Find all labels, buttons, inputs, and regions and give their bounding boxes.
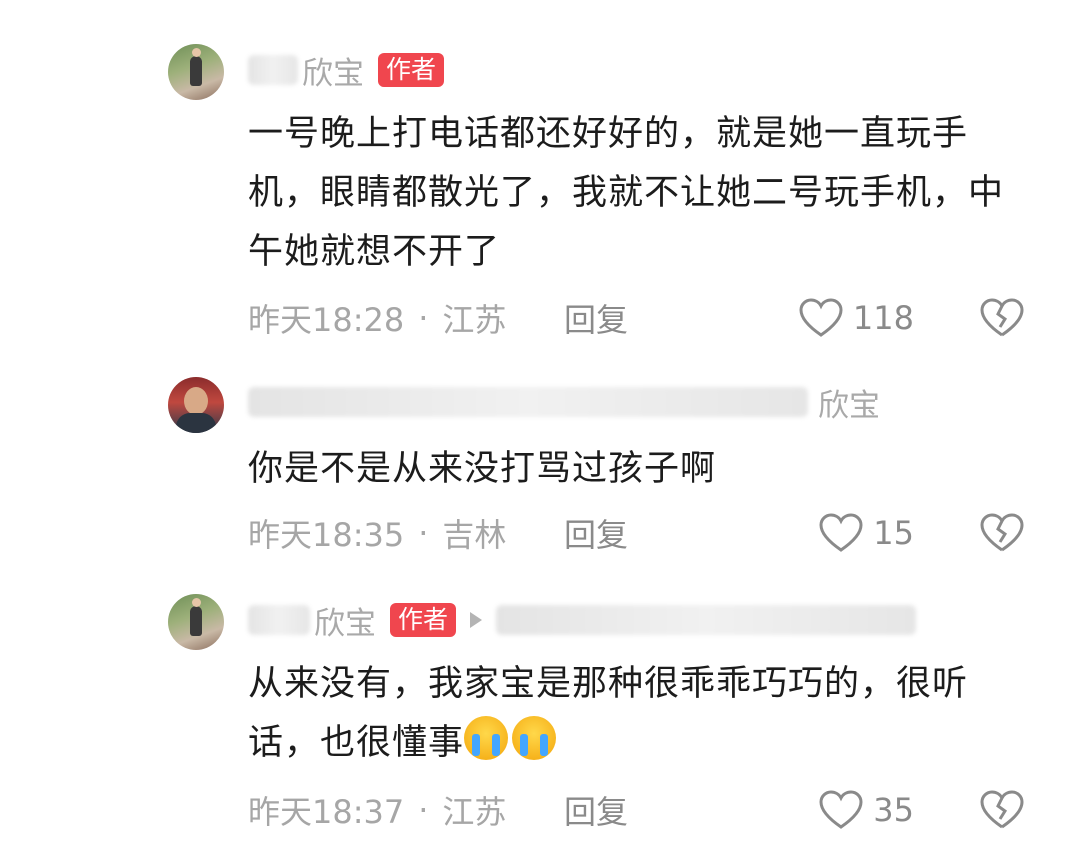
comment-meta: 昨天18:28 · 江苏 回复 118 xyxy=(248,296,1038,340)
comment-meta: 昨天18:35 · 吉林 回复 15 xyxy=(248,511,1038,555)
broken-heart-icon xyxy=(980,513,1024,553)
username[interactable]: 欣宝 xyxy=(302,48,364,93)
comment-text-content: 从来没有，我家宝是那种很乖乖巧巧的，很听话，也很懂事 xyxy=(248,664,969,763)
avatar[interactable] xyxy=(168,594,224,650)
reply-button[interactable]: 回复 xyxy=(564,787,628,833)
author-badge: 作者 xyxy=(378,53,445,87)
like-button[interactable]: 35 xyxy=(819,790,914,830)
loudly-crying-face-icon xyxy=(464,716,509,760)
comment-meta: 昨天18:37 · 江苏 回复 35 xyxy=(248,788,1038,832)
comment-header: 欣宝 作者 xyxy=(248,48,445,93)
loudly-crying-face-icon xyxy=(512,716,557,760)
avatar[interactable] xyxy=(168,44,224,100)
username[interactable]: 欣宝 xyxy=(818,380,880,425)
avatar[interactable] xyxy=(168,377,224,433)
reply-button[interactable]: 回复 xyxy=(564,510,628,556)
heart-icon xyxy=(819,790,863,830)
like-count: 118 xyxy=(852,299,914,337)
author-badge: 作者 xyxy=(390,603,457,637)
like-button[interactable]: 15 xyxy=(819,513,914,553)
heart-icon xyxy=(819,513,863,553)
comment-text: 从来没有，我家宝是那种很乖乖巧巧的，很听话，也很懂事 xyxy=(248,655,1038,773)
broken-heart-icon xyxy=(980,298,1024,338)
reply-button[interactable]: 回复 xyxy=(564,295,628,341)
blurred-name-region xyxy=(496,605,917,635)
broken-heart-icon xyxy=(980,790,1024,830)
meta-separator: · xyxy=(418,514,429,552)
comment-time: 昨天18:28 xyxy=(248,301,405,339)
blurred-name-region xyxy=(248,605,310,635)
comment-time: 昨天18:35 xyxy=(248,516,405,554)
like-count: 15 xyxy=(873,514,914,552)
comment-location: 吉林 xyxy=(442,516,507,554)
dislike-button[interactable] xyxy=(980,298,1024,338)
meta-separator: · xyxy=(418,791,429,829)
comment-text: 你是不是从来没打骂过孩子啊 xyxy=(248,449,717,489)
meta-separator: · xyxy=(418,299,429,337)
reply-arrow-icon xyxy=(470,612,483,628)
comment-location: 江苏 xyxy=(442,793,507,831)
like-count: 35 xyxy=(873,791,914,829)
comment-time: 昨天18:37 xyxy=(248,793,405,831)
dislike-button[interactable] xyxy=(980,513,1024,553)
username[interactable]: 欣宝 xyxy=(314,598,376,643)
like-button[interactable]: 118 xyxy=(799,298,914,338)
comment-header: 欣宝 作者 xyxy=(248,598,917,643)
dislike-button[interactable] xyxy=(980,790,1024,830)
blurred-name-region xyxy=(248,55,298,85)
comment-location: 江苏 xyxy=(442,301,507,339)
heart-icon xyxy=(799,298,843,338)
comment-text: 一号晚上打电话都还好好的，就是她一直玩手机，眼睛都散光了，我就不让她二号玩手机，… xyxy=(248,114,1005,272)
comment-header: 欣宝 xyxy=(248,380,880,424)
blurred-name-region xyxy=(248,387,808,417)
